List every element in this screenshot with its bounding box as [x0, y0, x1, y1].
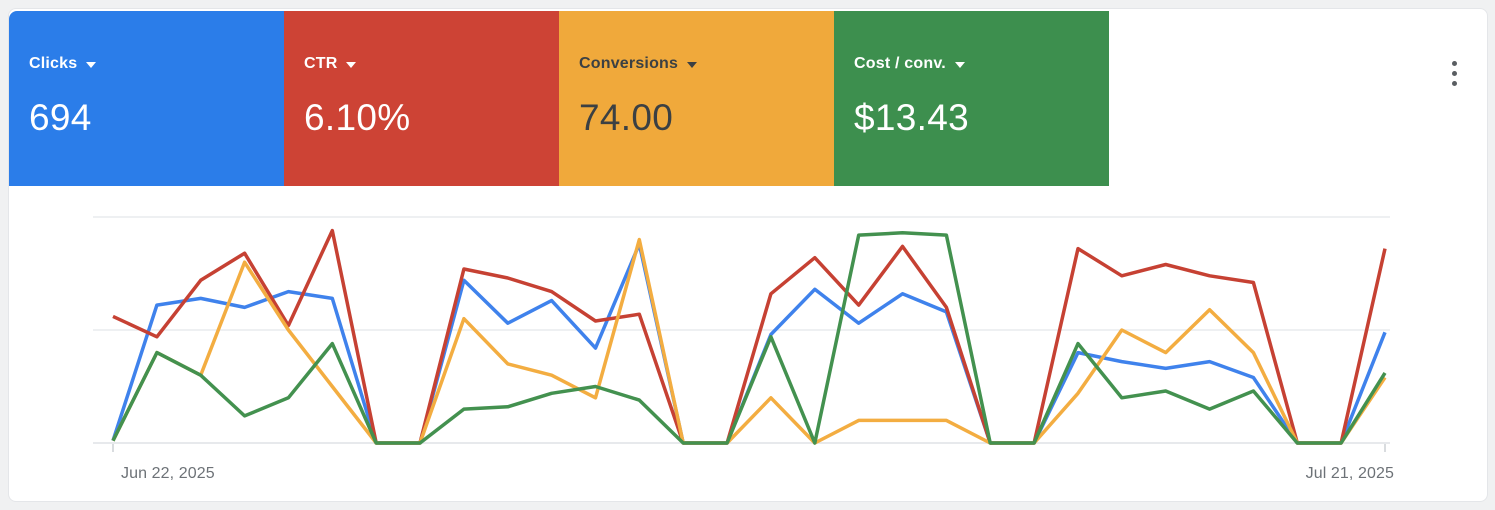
x-axis-end-label: Jul 21, 2025 [1194, 465, 1394, 483]
metric-cards: Clicks 694 CTR 6.10% Conversions 74.00 C… [9, 11, 1109, 186]
metric-label: Conversions [579, 55, 678, 73]
x-axis-start-label: Jun 22, 2025 [121, 465, 215, 483]
metric-selector-ctr[interactable]: CTR [304, 55, 559, 73]
menu-dot [1452, 71, 1457, 76]
metric-value: 74.00 [579, 97, 834, 139]
metric-card-conversions[interactable]: Conversions 74.00 [559, 11, 834, 186]
metric-selector-cost-per-conv[interactable]: Cost / conv. [854, 55, 1109, 73]
kebab-menu-icon[interactable] [1437, 51, 1471, 95]
metric-label: Cost / conv. [854, 55, 946, 73]
metric-value: 694 [29, 97, 284, 139]
metric-label: Clicks [29, 55, 77, 73]
metric-value: $13.43 [854, 97, 1109, 139]
chevron-down-icon [346, 62, 356, 68]
chevron-down-icon [86, 62, 96, 68]
overview-card: Clicks 694 CTR 6.10% Conversions 74.00 C… [8, 8, 1488, 502]
menu-dot [1452, 61, 1457, 66]
metric-value: 6.10% [304, 97, 559, 139]
chevron-down-icon [955, 62, 965, 68]
metric-label: CTR [304, 55, 337, 73]
chevron-down-icon [687, 62, 697, 68]
metric-card-cost-per-conv[interactable]: Cost / conv. $13.43 [834, 11, 1109, 186]
metric-card-clicks[interactable]: Clicks 694 [9, 11, 284, 186]
metric-selector-conversions[interactable]: Conversions [579, 55, 834, 73]
metric-selector-clicks[interactable]: Clicks [29, 55, 284, 73]
menu-dot [1452, 81, 1457, 86]
metric-card-ctr[interactable]: CTR 6.10% [284, 11, 559, 186]
